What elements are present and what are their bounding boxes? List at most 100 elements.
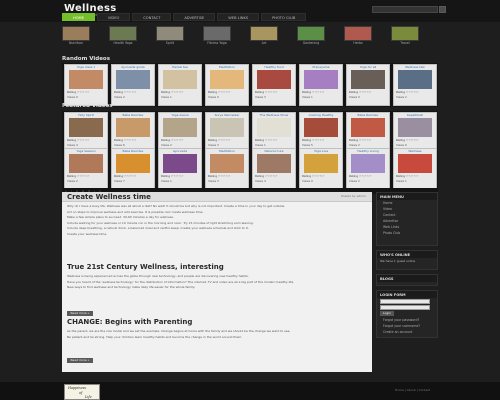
- video-card[interactable]: Healthy food Rating ☆☆☆☆☆ Views 3: [252, 64, 296, 106]
- video-thumbnail[interactable]: [257, 154, 291, 173]
- rating-stars[interactable]: ☆☆☆☆☆: [312, 138, 325, 142]
- rating-stars[interactable]: ☆☆☆☆☆: [77, 174, 90, 178]
- video-card[interactable]: Yoga Live Rating ☆☆☆☆☆ Views 0: [299, 148, 343, 190]
- nav-item-video[interactable]: VIDEO: [96, 13, 131, 21]
- video-thumbnail[interactable]: [116, 154, 150, 173]
- video-card[interactable]: Wellness talk Rating ☆☆☆☆☆ Views 2: [393, 64, 437, 106]
- article-title[interactable]: Create Wellness time: [67, 193, 151, 201]
- nav-item-home[interactable]: HOME: [62, 13, 95, 21]
- video-thumbnail[interactable]: [304, 70, 338, 89]
- video-card[interactable]: Meditation Rating ☆☆☆☆☆ Views 0: [205, 64, 249, 106]
- read-more-button[interactable]: Read more »: [67, 311, 93, 316]
- rating-stars[interactable]: ☆☆☆☆☆: [359, 174, 372, 178]
- main-nav: HOME VIDEO CONTACT ADVERTISE WEB LINKS PHOTO …: [62, 13, 308, 21]
- rating-stars[interactable]: ☆☆☆☆☆: [406, 90, 419, 94]
- video-rating: Rating ☆☆☆☆☆: [347, 89, 389, 96]
- video-thumbnail[interactable]: [69, 70, 103, 89]
- category-thumb[interactable]: Fitness Yoga: [203, 26, 231, 46]
- category-thumb[interactable]: Spirit: [156, 26, 184, 46]
- username-field[interactable]: [380, 299, 430, 304]
- video-thumbnail[interactable]: [116, 70, 150, 89]
- video-card[interactable]: Herbal tea Rating ☆☆☆☆☆ Views 1: [158, 64, 202, 106]
- search-button[interactable]: [439, 6, 446, 13]
- rating-stars[interactable]: ☆☆☆☆☆: [171, 90, 184, 94]
- rating-stars[interactable]: ☆☆☆☆☆: [218, 174, 231, 178]
- nav-item-photo-club[interactable]: PHOTO CLUB: [261, 13, 307, 21]
- rating-stars[interactable]: ☆☆☆☆☆: [265, 174, 278, 178]
- video-card[interactable]: Ayurveda guide Rating ☆☆☆☆☆ Views 2: [111, 64, 155, 106]
- video-thumbnail[interactable]: [163, 70, 197, 89]
- rating-stars[interactable]: ☆☆☆☆☆: [312, 90, 325, 94]
- video-card[interactable]: Wellness Rating ☆☆☆☆☆ Views 1: [393, 148, 437, 190]
- rating-stars[interactable]: ☆☆☆☆☆: [218, 138, 231, 142]
- video-card[interactable]: Healthy Living Rating ☆☆☆☆☆ Views 2: [346, 148, 390, 190]
- rating-stars[interactable]: ☆☆☆☆☆: [359, 138, 372, 142]
- video-thumbnail[interactable]: [163, 154, 197, 173]
- blogs-title[interactable]: BLOGS: [377, 275, 437, 282]
- category-thumb[interactable]: Gardening: [297, 26, 325, 46]
- header-search-input[interactable]: [372, 6, 438, 13]
- rating-label: Rating: [302, 174, 312, 178]
- video-thumbnail[interactable]: [210, 70, 244, 89]
- article-title[interactable]: True 21st Century Wellness, interesting: [67, 263, 224, 271]
- video-thumbnail[interactable]: [116, 118, 150, 137]
- video-card[interactable]: Natural Cure Rating ☆☆☆☆☆ Views 4: [252, 148, 296, 190]
- video-card[interactable]: Baba Ramdev Rating ☆☆☆☆☆ Views 7: [111, 148, 155, 190]
- video-thumbnail[interactable]: [304, 118, 338, 137]
- video-card[interactable]: Meditation Rating ☆☆☆☆☆ Views 3: [205, 148, 249, 190]
- read-more-button[interactable]: Read more »: [67, 358, 93, 363]
- rating-stars[interactable]: ☆☆☆☆☆: [265, 90, 278, 94]
- rating-stars[interactable]: ☆☆☆☆☆: [124, 138, 137, 142]
- video-card[interactable]: Ayurveda Rating ☆☆☆☆☆ Views 1: [158, 148, 202, 190]
- rating-stars[interactable]: ☆☆☆☆☆: [312, 174, 325, 178]
- video-thumbnail[interactable]: [351, 118, 385, 137]
- rating-stars[interactable]: ☆☆☆☆☆: [124, 90, 137, 94]
- password-field[interactable]: [380, 305, 430, 310]
- video-thumbnail[interactable]: [351, 70, 385, 89]
- article-paragraph: Include deep breathing, a natural drink,…: [67, 226, 249, 231]
- category-thumb[interactable]: Health Yoga: [109, 26, 137, 46]
- video-thumbnail[interactable]: [69, 118, 103, 137]
- category-thumb[interactable]: Nutrition: [62, 26, 90, 46]
- nav-item-web-links[interactable]: WEB LINKS: [217, 13, 260, 21]
- rating-stars[interactable]: ☆☆☆☆☆: [171, 138, 184, 142]
- video-thumbnail[interactable]: [257, 118, 291, 137]
- rating-stars[interactable]: ☆☆☆☆☆: [265, 138, 278, 142]
- login-button[interactable]: Login: [380, 311, 394, 316]
- footer-logo[interactable]: Happiness of Life: [64, 384, 100, 400]
- category-thumb[interactable]: Herbs: [344, 26, 372, 46]
- footer-links[interactable]: Home | About | Contact: [395, 388, 430, 392]
- rating-stars[interactable]: ☆☆☆☆☆: [171, 174, 184, 178]
- rating-stars[interactable]: ☆☆☆☆☆: [77, 90, 90, 94]
- video-thumbnail[interactable]: [351, 154, 385, 173]
- rating-stars[interactable]: ☆☆☆☆☆: [406, 138, 419, 142]
- video-thumbnail[interactable]: [398, 118, 432, 137]
- sidebar-item-photo-club[interactable]: Photo Club: [377, 230, 437, 236]
- thumb-image: [62, 26, 90, 41]
- category-thumb[interactable]: Art: [250, 26, 278, 46]
- video-thumbnail[interactable]: [69, 154, 103, 173]
- video-thumbnail[interactable]: [398, 154, 432, 173]
- video-thumbnail[interactable]: [257, 70, 291, 89]
- video-thumbnail[interactable]: [163, 118, 197, 137]
- login-link[interactable]: Create an account: [377, 329, 437, 335]
- nav-item-contact[interactable]: CONTACT: [132, 13, 172, 21]
- video-thumbnail[interactable]: [210, 154, 244, 173]
- rating-stars[interactable]: ☆☆☆☆☆: [359, 90, 372, 94]
- video-card[interactable]: Yoga for all Rating ☆☆☆☆☆ Views 0: [346, 64, 390, 106]
- rating-stars[interactable]: ☆☆☆☆☆: [77, 138, 90, 142]
- article-title[interactable]: CHANGE: Begins with Parenting: [67, 318, 192, 326]
- nav-item-advertise[interactable]: ADVERTISE: [173, 13, 216, 21]
- category-thumb[interactable]: Travel: [391, 26, 419, 46]
- video-thumbnail[interactable]: [398, 70, 432, 89]
- rating-stars[interactable]: ☆☆☆☆☆: [406, 174, 419, 178]
- rating-stars[interactable]: ☆☆☆☆☆: [218, 90, 231, 94]
- video-card[interactable]: Yoga class 1 Rating ☆☆☆☆☆ Views 0: [64, 64, 108, 106]
- video-card[interactable]: Yoga Session Rating ☆☆☆☆☆ Views 2: [64, 148, 108, 190]
- video-thumbnail[interactable]: [304, 154, 338, 173]
- video-rating: Rating ☆☆☆☆☆: [112, 173, 154, 180]
- video-stats: Views 0: [349, 96, 360, 99]
- video-thumbnail[interactable]: [210, 118, 244, 137]
- video-card[interactable]: Pranayama Rating ☆☆☆☆☆ Views 1: [299, 64, 343, 106]
- rating-stars[interactable]: ☆☆☆☆☆: [124, 174, 137, 178]
